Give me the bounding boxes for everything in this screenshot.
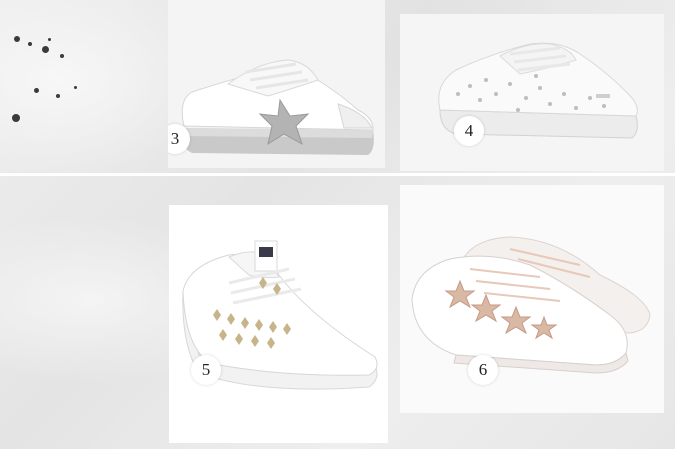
item-number-badge-5: 5 xyxy=(191,355,221,385)
product-panel-5: 5 xyxy=(169,205,388,443)
sneaker-rockstud-image xyxy=(182,240,378,390)
product-panel-4: 4 xyxy=(400,14,664,171)
item-number-badge-4: 4 xyxy=(454,116,484,146)
item-number-5: 5 xyxy=(201,360,211,379)
item-number-badge-6: 6 xyxy=(468,355,498,385)
sneaker-studded-stars-image xyxy=(438,42,638,139)
item-number-4: 4 xyxy=(464,121,474,140)
horizontal-divider xyxy=(0,173,675,176)
item-number-3: 3 xyxy=(170,129,180,148)
item-number-6: 6 xyxy=(478,360,488,379)
product-panel-6: 6 xyxy=(400,185,664,413)
product-panel-3: 3 xyxy=(168,0,385,168)
sneaker-glitter-star-image xyxy=(181,59,374,155)
sneaker-rose-gold-stars-image xyxy=(411,236,651,374)
